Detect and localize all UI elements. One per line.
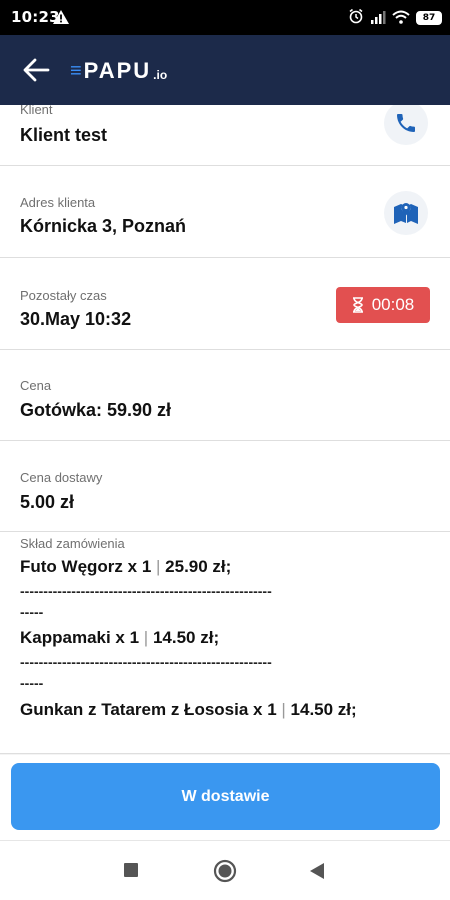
system-nav-bar	[0, 840, 450, 900]
triangle-back-icon	[310, 863, 324, 879]
address-label: Adres klienta	[20, 195, 96, 210]
timer-badge: 00:08	[336, 287, 430, 323]
order-items-label: Skład zamówienia	[20, 536, 125, 551]
signal-icon	[370, 9, 386, 28]
order-item-price: 14.50 zł;	[152, 628, 220, 647]
delivery-price-value: 5.00 zł	[20, 492, 75, 512]
client-name: Klient test	[20, 125, 108, 145]
order-item-separator: |	[281, 700, 286, 719]
back-button[interactable]	[22, 57, 50, 83]
app-logo: ≡ PAPU .io	[70, 57, 167, 83]
call-button[interactable]	[384, 105, 428, 145]
circle-icon	[213, 859, 237, 883]
arrow-left-icon	[23, 58, 50, 82]
order-item: Kappamaki x 1 | 14.50 zł;	[20, 628, 219, 648]
client-label: Klient	[20, 105, 53, 117]
order-details[interactable]: Klient Klient test Adres klienta Kórnick…	[0, 105, 450, 755]
price-row: Cena Gotówka: 59.90 zł	[0, 350, 450, 441]
back-nav-button[interactable]	[309, 862, 325, 885]
remaining-time-row: Pozostały czas 30.May 10:32 00:08	[0, 258, 450, 350]
warning-icon	[53, 9, 69, 28]
order-item-name: Kappamaki x 1	[20, 628, 140, 647]
alarm-icon	[348, 8, 364, 28]
delivery-price-label: Cena dostawy	[20, 470, 103, 485]
phone-icon	[397, 114, 415, 132]
home-button[interactable]	[213, 859, 237, 888]
action-bar: W dostawie	[0, 755, 450, 840]
remaining-time-label: Pozostały czas	[20, 288, 107, 303]
battery-icon: 87	[416, 11, 442, 25]
delivery-price-row: Cena dostawy 5.00 zł	[0, 441, 450, 532]
address-value: Kórnicka 3, Poznań	[20, 216, 187, 236]
price-label: Cena	[20, 378, 52, 393]
separator-line-tail: -----	[20, 675, 44, 691]
order-item-separator: |	[156, 557, 161, 576]
remaining-time-value: 30.May 10:32	[20, 309, 132, 329]
price-value: Gotówka: 59.90 zł	[20, 400, 172, 420]
timer-value: 00:08	[371, 295, 415, 314]
order-item-name: Gunkan z Tatarem z Łososia x 1	[20, 700, 277, 719]
order-items-row: Skład zamówienia Futo Węgorz x 1 | 25.90…	[0, 532, 450, 754]
status-bar: 10:23 87	[0, 0, 450, 35]
map-button[interactable]	[384, 191, 428, 235]
order-item-price: 14.50 zł;	[290, 700, 357, 719]
separator-line-tail: -----	[20, 604, 44, 620]
square-icon	[124, 863, 138, 877]
in-delivery-button[interactable]: W dostawie	[11, 763, 440, 830]
logo-mark: ≡	[70, 60, 82, 82]
order-item-separator: |	[143, 628, 149, 647]
order-item: Futo Węgorz x 1 | 25.90 zł;	[20, 557, 231, 577]
recent-apps-button[interactable]	[124, 863, 138, 882]
order-item-price: 25.90 zł;	[165, 557, 232, 576]
order-item: Gunkan z Tatarem z Łososia x 1 | 14.50 z…	[20, 700, 357, 720]
separator-line: ----------------------------------------…	[20, 583, 272, 599]
logo-word: PAPU	[83, 58, 152, 83]
address-row: Adres klienta Kórnicka 3, Poznań	[0, 166, 450, 258]
order-item-name: Futo Węgorz x 1	[20, 557, 152, 576]
map-icon	[394, 203, 418, 224]
separator-line: ----------------------------------------…	[20, 654, 272, 670]
logo-tld: .io	[153, 68, 168, 82]
hourglass-icon	[352, 297, 363, 313]
app-bar: ≡ PAPU .io	[0, 35, 450, 105]
client-row: Klient Klient test	[0, 105, 450, 166]
wifi-icon	[392, 9, 410, 28]
